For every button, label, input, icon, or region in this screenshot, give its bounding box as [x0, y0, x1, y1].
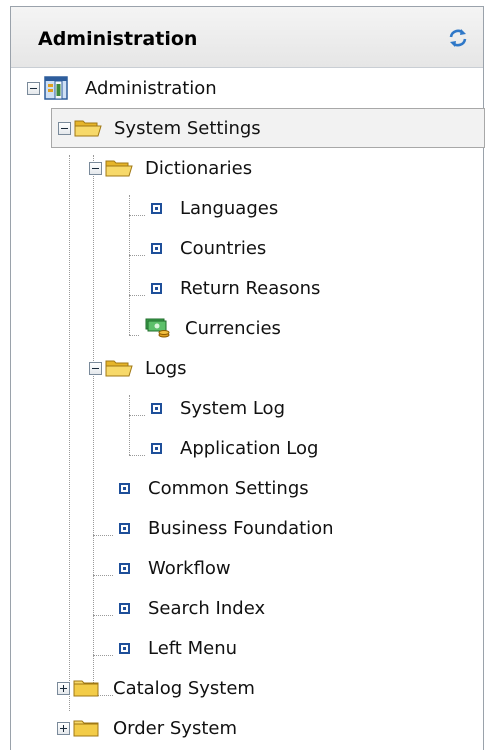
- tree-node-administration[interactable]: Administration: [27, 68, 217, 108]
- leaf-node-icon: [151, 202, 162, 214]
- panel-title: Administration: [38, 28, 198, 50]
- currency-icon: [145, 318, 170, 338]
- collapse-toggle-icon[interactable]: [89, 361, 102, 375]
- tree-node-return-reasons[interactable]: Return Reasons: [151, 268, 320, 308]
- expand-toggle-icon[interactable]: [57, 681, 70, 695]
- tree-node-languages[interactable]: Languages: [151, 188, 278, 228]
- administration-icon: [44, 76, 68, 100]
- folder-open-icon: [105, 360, 133, 377]
- tree-connector: [93, 615, 113, 616]
- folder-closed-icon: [73, 680, 99, 697]
- tree-node-label: Business Foundation: [148, 517, 334, 539]
- tree-connector: [93, 655, 113, 656]
- tree-node-label: Return Reasons: [180, 277, 321, 299]
- refresh-icon[interactable]: [447, 27, 469, 49]
- tree-connector: [129, 455, 145, 456]
- leaf-node-icon: [119, 522, 130, 534]
- administration-panel: Administration Administration System Set…: [10, 6, 485, 750]
- tree-node-label: Application Log: [180, 437, 319, 459]
- tree-connector: [93, 155, 94, 695]
- tree-node-logs[interactable]: Logs: [89, 348, 187, 388]
- expand-toggle-icon[interactable]: [57, 721, 70, 735]
- tree-node-currencies[interactable]: Currencies: [145, 308, 281, 348]
- tree-node-label: System Settings: [114, 117, 261, 139]
- tree-node-application-log[interactable]: Application Log: [151, 428, 318, 468]
- collapse-toggle-icon[interactable]: [58, 121, 71, 135]
- tree-node-label: Countries: [180, 237, 267, 259]
- leaf-node-icon: [119, 602, 130, 614]
- admin-tree: Administration System Settings Dictionar…: [11, 68, 485, 750]
- tree-node-label: Administration: [85, 77, 217, 99]
- tree-node-label: Catalog System: [113, 677, 255, 699]
- collapse-toggle-icon[interactable]: [27, 81, 40, 95]
- leaf-node-icon: [119, 642, 130, 654]
- tree-node-label: System Log: [180, 397, 285, 419]
- leaf-node-icon: [151, 282, 162, 294]
- tree-connector: [129, 195, 130, 335]
- tree-connector: [69, 155, 70, 711]
- tree-node-label: Search Index: [148, 597, 266, 619]
- tree-node-label: Order System: [113, 717, 237, 739]
- leaf-node-icon: [119, 482, 130, 494]
- tree-node-common-settings[interactable]: Common Settings: [119, 468, 309, 508]
- tree-node-system-settings[interactable]: System Settings: [51, 108, 485, 148]
- folder-open-icon: [74, 120, 102, 137]
- tree-node-dictionaries[interactable]: Dictionaries: [89, 148, 252, 188]
- tree-node-system-log[interactable]: System Log: [151, 388, 285, 428]
- folder-closed-icon: [73, 720, 99, 737]
- tree-node-workflow[interactable]: Workflow: [119, 548, 231, 588]
- tree-connector: [129, 215, 145, 216]
- leaf-node-icon: [151, 402, 162, 414]
- tree-node-label: Logs: [145, 357, 187, 379]
- tree-connector: [129, 255, 145, 256]
- tree-node-countries[interactable]: Countries: [151, 228, 266, 268]
- leaf-node-icon: [151, 242, 162, 254]
- tree-node-label: Currencies: [185, 317, 281, 339]
- tree-connector: [93, 575, 113, 576]
- leaf-node-icon: [151, 442, 162, 454]
- tree-connector: [129, 335, 139, 336]
- tree-connector: [129, 395, 130, 455]
- tree-connector: [129, 415, 145, 416]
- folder-open-icon: [105, 160, 133, 177]
- tree-node-order-system[interactable]: Order System: [57, 708, 237, 748]
- tree-node-label: Workflow: [148, 557, 231, 579]
- leaf-node-icon: [119, 562, 130, 574]
- tree-node-search-index[interactable]: Search Index: [119, 588, 265, 628]
- tree-node-label: Left Menu: [148, 637, 238, 659]
- tree-node-label: Languages: [180, 197, 279, 219]
- collapse-toggle-icon[interactable]: [89, 161, 102, 175]
- tree-node-business-foundation[interactable]: Business Foundation: [119, 508, 334, 548]
- tree-node-label: Common Settings: [148, 477, 309, 499]
- tree-connector: [129, 295, 145, 296]
- tree-node-left-menu[interactable]: Left Menu: [119, 628, 237, 668]
- tree-node-catalog-system[interactable]: Catalog System: [57, 668, 255, 708]
- panel-header: Administration: [11, 7, 483, 68]
- tree-connector: [93, 535, 113, 536]
- tree-node-label: Dictionaries: [145, 157, 253, 179]
